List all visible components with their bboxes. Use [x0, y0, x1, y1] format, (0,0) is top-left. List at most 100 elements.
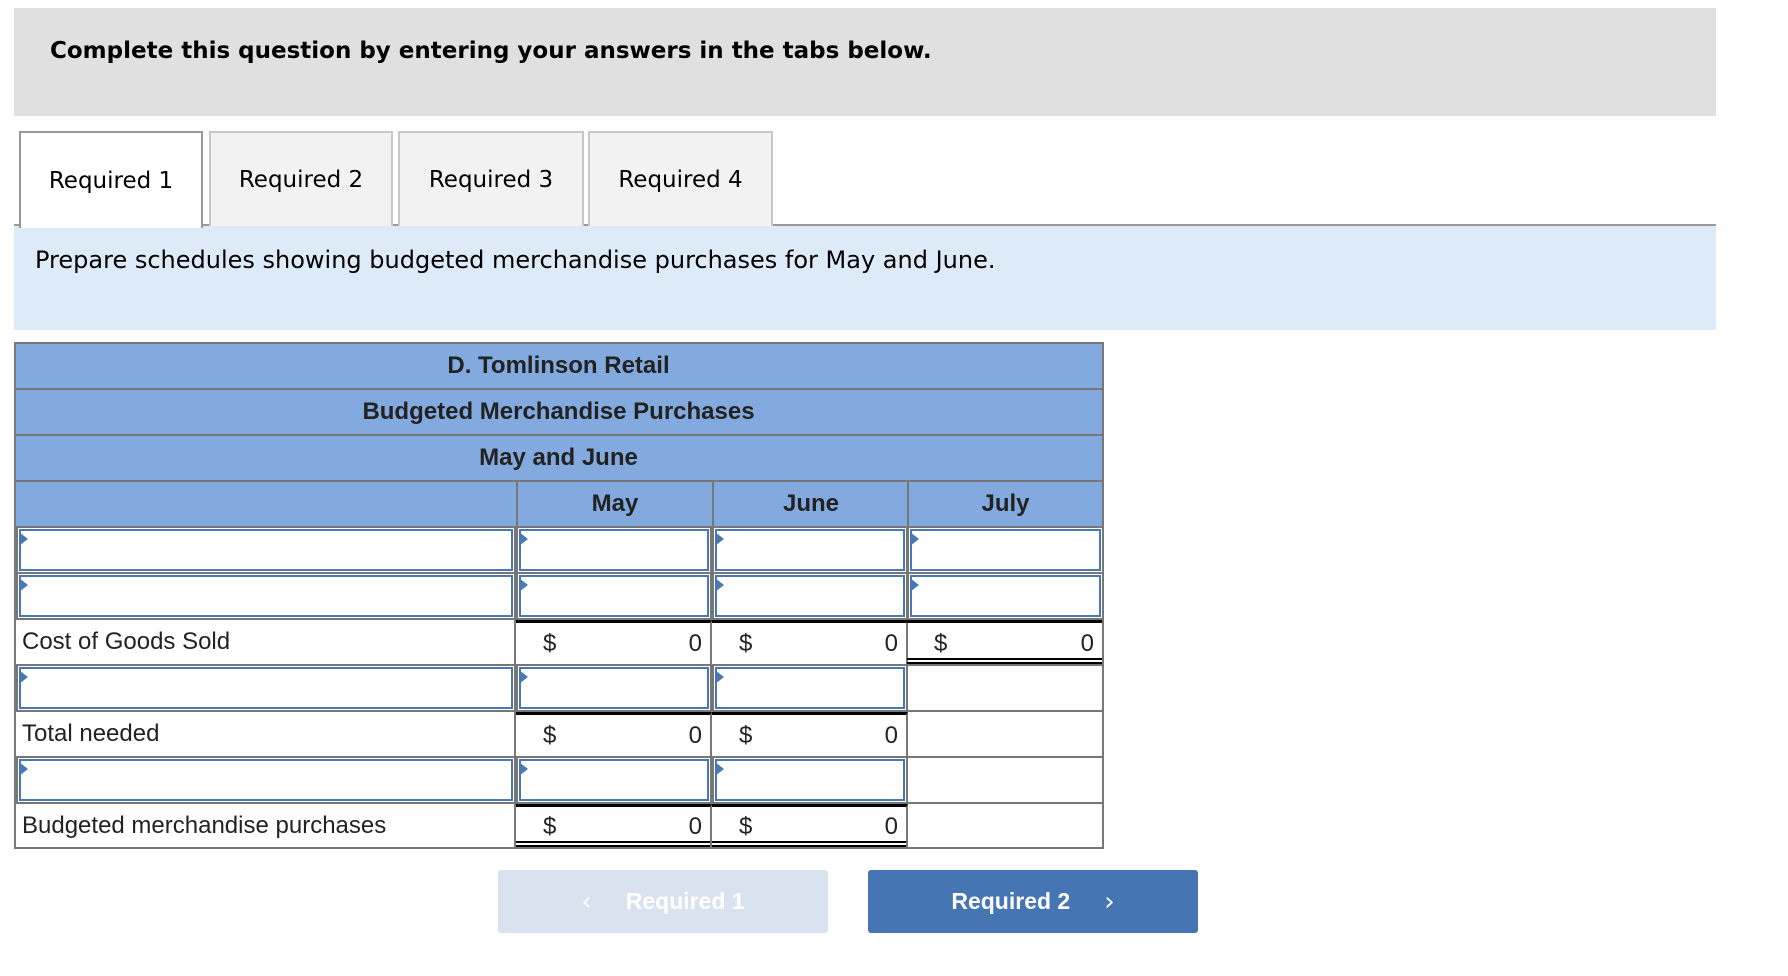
- row-label-input-cell: [16, 528, 516, 574]
- july-empty-cell: [907, 758, 1102, 804]
- input-marker-icon: [519, 578, 528, 592]
- may-input-cell: [516, 758, 712, 804]
- instructions-text: Prepare schedules showing budgeted merch…: [35, 246, 996, 274]
- may-value: 0: [688, 629, 702, 657]
- currency-symbol: $: [739, 629, 753, 657]
- june-value: 0: [884, 629, 898, 657]
- june-input-cell: [712, 666, 908, 712]
- may-value: 0: [688, 721, 702, 749]
- june-value-cell: $0: [712, 712, 908, 756]
- input-marker-icon: [519, 532, 528, 546]
- june-input-cell: [712, 574, 908, 620]
- row-label-input[interactable]: [19, 575, 513, 617]
- july-input[interactable]: [910, 575, 1101, 617]
- june-input[interactable]: [715, 529, 905, 571]
- may-input[interactable]: [519, 529, 709, 571]
- input-marker-icon: [19, 532, 28, 546]
- next-button-label: Required 2: [951, 888, 1071, 914]
- row-label-input[interactable]: [19, 759, 513, 801]
- currency-symbol: $: [543, 813, 557, 840]
- table-row-total-needed: Total needed $0 $0: [16, 712, 1102, 758]
- row-label: Budgeted merchandise purchases: [16, 804, 516, 847]
- july-value: 0: [1080, 629, 1094, 657]
- row-label: Cost of Goods Sold: [16, 620, 516, 664]
- input-marker-icon: [19, 762, 28, 776]
- input-marker-icon: [519, 670, 528, 684]
- company-name: D. Tomlinson Retail: [16, 344, 1102, 390]
- input-marker-icon: [715, 578, 724, 592]
- instructions-panel: Prepare schedules showing budgeted merch…: [14, 226, 1716, 330]
- june-value-cell: $0: [712, 804, 908, 847]
- may-value-cell: $0: [516, 712, 712, 756]
- question-instruction: Complete this question by entering your …: [50, 38, 932, 64]
- june-input[interactable]: [715, 667, 905, 709]
- table-row-budgeted-purchases: Budgeted merchandise purchases $0 $0: [16, 804, 1102, 847]
- question-header: Complete this question by entering your …: [14, 8, 1716, 116]
- may-input[interactable]: [519, 575, 709, 617]
- schedule-title: Budgeted Merchandise Purchases: [16, 390, 1102, 436]
- tab-required-2[interactable]: Required 2: [209, 131, 393, 226]
- currency-symbol: $: [543, 629, 557, 657]
- schedule-period: May and June: [16, 436, 1102, 482]
- june-input[interactable]: [715, 575, 905, 617]
- column-header-blank: [16, 482, 516, 526]
- input-marker-icon: [19, 670, 28, 684]
- june-value: 0: [884, 813, 898, 840]
- row-label: Total needed: [16, 712, 516, 756]
- tab-required-1[interactable]: Required 1: [19, 131, 203, 228]
- row-label-input-cell: [16, 666, 516, 712]
- input-marker-icon: [910, 578, 919, 592]
- may-value-cell: $0: [516, 620, 712, 664]
- currency-symbol: $: [543, 721, 557, 749]
- july-input[interactable]: [910, 529, 1101, 571]
- currency-symbol: $: [934, 629, 948, 657]
- may-input[interactable]: [519, 759, 709, 801]
- column-header-july: July: [907, 482, 1102, 526]
- july-input-cell: [907, 528, 1102, 574]
- may-input-cell: [516, 574, 712, 620]
- table-row: [16, 666, 1102, 712]
- row-label-input-cell: [16, 574, 516, 620]
- prev-required-button[interactable]: ‹ Required 1: [498, 870, 828, 933]
- june-value-cell: $0: [712, 620, 908, 664]
- tab-required-4[interactable]: Required 4: [588, 131, 773, 226]
- column-header-june: June: [712, 482, 908, 526]
- may-value-cell: $0: [516, 804, 712, 847]
- table-row: [16, 574, 1102, 620]
- july-empty-cell: [907, 804, 1102, 847]
- currency-symbol: $: [739, 721, 753, 749]
- row-label-input-cell: [16, 758, 516, 804]
- june-input-cell: [712, 758, 908, 804]
- june-input-cell: [712, 528, 908, 574]
- currency-symbol: $: [739, 813, 753, 840]
- may-input-cell: [516, 528, 712, 574]
- input-marker-icon: [910, 532, 919, 546]
- row-label-input[interactable]: [19, 529, 513, 571]
- table-row: [16, 758, 1102, 804]
- input-marker-icon: [715, 532, 724, 546]
- table-row: [16, 528, 1102, 574]
- june-input[interactable]: [715, 759, 905, 801]
- input-marker-icon: [715, 670, 724, 684]
- july-value-cell: $0: [907, 620, 1102, 664]
- prev-button-label: Required 1: [625, 888, 745, 914]
- chevron-right-icon: ›: [1104, 886, 1115, 917]
- june-value: 0: [884, 721, 898, 749]
- input-marker-icon: [19, 578, 28, 592]
- tab-required-3[interactable]: Required 3: [398, 131, 584, 226]
- table-row-cost-of-goods-sold: Cost of Goods Sold $0 $0 $0: [16, 620, 1102, 666]
- chevron-left-icon: ‹: [581, 886, 592, 917]
- may-input[interactable]: [519, 667, 709, 709]
- column-header-may: May: [516, 482, 712, 526]
- may-input-cell: [516, 666, 712, 712]
- input-marker-icon: [519, 762, 528, 776]
- budget-schedule-table: D. Tomlinson Retail Budgeted Merchandise…: [14, 342, 1104, 849]
- row-label-input[interactable]: [19, 667, 513, 709]
- july-empty-cell: [907, 666, 1102, 712]
- may-value: 0: [688, 813, 702, 840]
- input-marker-icon: [715, 762, 724, 776]
- column-header-row: May June July: [16, 482, 1102, 528]
- july-empty-cell: [907, 712, 1102, 756]
- next-required-button[interactable]: Required 2 ›: [868, 870, 1198, 933]
- july-input-cell: [907, 574, 1102, 620]
